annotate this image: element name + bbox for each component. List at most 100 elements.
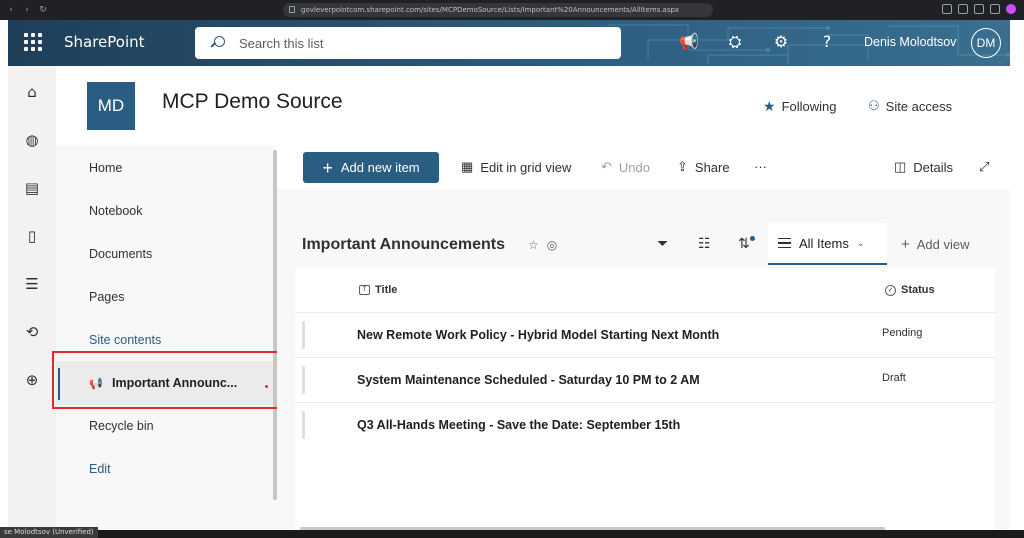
command-bar: + Add new item ▦ Edit in grid view ↶ Und…: [295, 145, 1010, 189]
gear-icon[interactable]: ⚙: [770, 32, 792, 52]
more-button[interactable]: ···: [754, 159, 767, 174]
row-select-handle[interactable]: [302, 366, 305, 394]
table-row[interactable]: New Remote Work Policy - Hybrid Model St…: [295, 312, 995, 357]
user-name[interactable]: Denis Molodtsov: [864, 35, 956, 49]
add-view-label: Add view: [916, 237, 970, 252]
sort-icon[interactable]: ⇅: [738, 236, 755, 252]
highlight-annotation: [52, 351, 287, 409]
home-icon[interactable]: ⌂: [24, 84, 40, 100]
edit-grid-label: Edit in grid view: [480, 159, 572, 175]
column-header-title[interactable]: T Title: [359, 284, 397, 296]
nav-item-notebook[interactable]: Notebook: [89, 204, 143, 218]
extension-icon[interactable]: [942, 4, 952, 14]
browser-toolbar: ‹ › ↻ govleverpointcom.sharepoint.com/si…: [0, 0, 1024, 20]
row-status: Draft: [882, 372, 906, 384]
favorite-star-icon[interactable]: ☆: [528, 238, 539, 252]
add-new-item-button[interactable]: + Add new item: [303, 152, 439, 183]
column-status-label: Status: [901, 284, 935, 296]
brand-name[interactable]: SharePoint: [64, 33, 145, 51]
list-title-icons: ☆ ◎: [528, 238, 557, 252]
search-box[interactable]: [195, 27, 621, 59]
row-title[interactable]: Q3 All-Hands Meeting - Save the Date: Se…: [357, 418, 680, 432]
row-title[interactable]: System Maintenance Scheduled - Saturday …: [357, 373, 700, 387]
undo-button[interactable]: ↶ Undo: [601, 159, 650, 175]
choice-field-icon: ✓: [885, 284, 896, 296]
nav-item-documents[interactable]: Documents: [89, 247, 152, 261]
column-title-label: Title: [375, 284, 398, 296]
row-title[interactable]: New Remote Work Policy - Hybrid Model St…: [357, 328, 719, 342]
star-icon: ★: [763, 98, 776, 114]
file-icon[interactable]: ▯: [24, 228, 40, 244]
plus-icon: +: [901, 236, 910, 253]
details-button[interactable]: ◫ Details: [894, 159, 953, 175]
refresh-icon[interactable]: ↻: [38, 5, 48, 15]
following-label: Following: [781, 99, 837, 114]
undo-label: Undo: [618, 159, 650, 175]
following-button[interactable]: ★ Following: [763, 98, 836, 115]
text-field-icon: T: [359, 285, 370, 295]
search-icon: [211, 36, 225, 50]
add-circle-icon[interactable]: ⊕: [24, 372, 40, 388]
site-access-button[interactable]: ⚇ Site access: [868, 98, 952, 114]
details-label: Details: [913, 159, 954, 175]
nav-item-recycle-bin[interactable]: Recycle bin: [89, 419, 154, 433]
address-bar[interactable]: govleverpointcom.sharepoint.com/sites/MC…: [283, 3, 713, 17]
app-launcher-icon[interactable]: [24, 33, 42, 51]
nav-item-site-contents[interactable]: Site contents: [89, 333, 161, 347]
undo-icon: ↶: [601, 159, 612, 174]
site-logo[interactable]: MD: [87, 82, 135, 130]
nav-item-pages[interactable]: Pages: [89, 290, 124, 304]
list-table: T Title ✓ Status New Remote Work Policy …: [295, 268, 995, 530]
extension-icon[interactable]: [990, 4, 1000, 14]
people-settings-icon: ⚇: [868, 98, 880, 113]
lock-icon: [289, 6, 295, 13]
list-title[interactable]: Important Announcements: [302, 236, 505, 254]
column-header-status[interactable]: ✓ Status: [885, 284, 935, 296]
row-status: Pending: [882, 327, 923, 339]
group-icon[interactable]: ☷: [698, 236, 711, 252]
news-icon[interactable]: ▤: [24, 180, 40, 196]
table-row[interactable]: Q3 All-Hands Meeting - Save the Date: Se…: [295, 402, 995, 447]
plus-icon: +: [322, 157, 333, 178]
site-title[interactable]: MCP Demo Source: [162, 90, 343, 114]
table-row[interactable]: System Maintenance Scheduled - Saturday …: [295, 357, 995, 402]
help-icon[interactable]: ?: [816, 32, 838, 52]
globe-icon[interactable]: ◍: [24, 132, 40, 148]
list-icon[interactable]: ☰: [24, 276, 40, 292]
address-url: govleverpointcom.sharepoint.com/sites/MC…: [301, 6, 680, 14]
edit-grid-button[interactable]: ▦ Edit in grid view: [461, 159, 571, 175]
left-nav: Home Notebook Documents Pages Site conte…: [56, 145, 277, 530]
search-input[interactable]: [239, 35, 599, 51]
add-new-item-label: Add new item: [340, 160, 420, 175]
view-selector[interactable]: All Items ⌄: [768, 223, 887, 265]
avatar[interactable]: DM: [971, 28, 1001, 58]
site-access-label: Site access: [885, 98, 953, 114]
chevron-down-icon: ⌄: [856, 237, 865, 248]
suite-bar: SharePoint 📢 ⛭ ⚙ ? Denis Molodtsov DM: [8, 20, 1010, 66]
details-pane-icon: ◫: [894, 159, 907, 174]
check-circle-icon[interactable]: ◎: [547, 238, 557, 252]
share-icon: ⇪: [677, 159, 688, 174]
back-icon[interactable]: ‹: [6, 5, 16, 15]
forward-icon[interactable]: ›: [22, 5, 32, 15]
sort-active-dot: [749, 236, 755, 241]
row-select-handle[interactable]: [302, 321, 305, 349]
share-button[interactable]: ⇪ Share: [677, 159, 730, 175]
browser-nav-buttons: ‹ › ↻: [6, 5, 48, 15]
nav-item-home[interactable]: Home: [89, 161, 122, 175]
add-view-button[interactable]: + Add view: [901, 236, 970, 253]
row-select-handle[interactable]: [302, 411, 305, 439]
view-list-icon: [778, 237, 791, 249]
megaphone-icon[interactable]: 📢: [678, 32, 700, 52]
extension-icon[interactable]: [974, 4, 984, 14]
share-label: Share: [694, 159, 730, 175]
expand-icon[interactable]: ⤢: [979, 159, 989, 175]
view-label: All Items: [799, 235, 849, 251]
extension-icon[interactable]: [958, 4, 968, 14]
filter-icon[interactable]: ⏷: [657, 236, 668, 252]
profile-icon[interactable]: [1006, 4, 1016, 14]
nav-edit-link[interactable]: Edit: [89, 462, 111, 476]
app-rail: ⌂ ◍ ▤ ▯ ☰ ⟲ ⊕: [8, 66, 56, 530]
loop-icon[interactable]: ⟲: [24, 324, 40, 340]
network-icon[interactable]: ⛭: [724, 32, 746, 52]
